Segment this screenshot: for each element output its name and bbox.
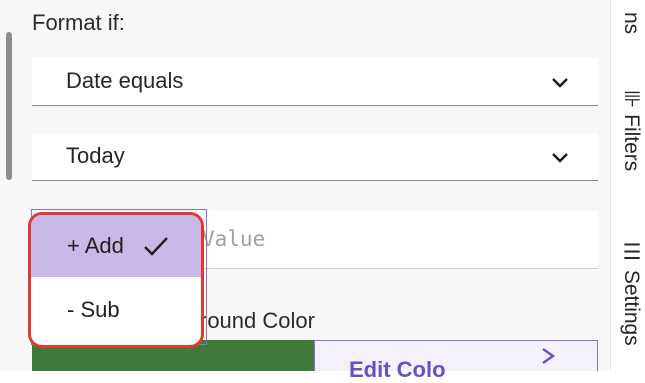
edit-color-button[interactable]: Edit Colo <box>314 340 598 382</box>
side-rail: ns ⊪ Filters ☰ Settings <box>610 0 645 371</box>
chevron-right-icon <box>542 348 556 364</box>
format-panel: Format if: Date equals Today Value round… <box>0 0 610 382</box>
edit-color-label: Edit Colo <box>349 357 446 382</box>
rail-tab-filters[interactable]: ⊪ Filters <box>615 90 643 171</box>
background-color-label: round Color <box>200 308 315 333</box>
menu-item-sub-label: - Sub <box>67 297 120 322</box>
date-select[interactable]: Today <box>32 133 598 181</box>
menu-item-add-label: + Add <box>67 233 124 258</box>
rail-tab-settings[interactable]: ☰ Settings <box>615 240 643 346</box>
menu-item-sub[interactable]: - Sub <box>31 279 201 341</box>
checkmark-icon <box>144 237 168 256</box>
operator-dropdown-menu: + Add - Sub <box>28 212 204 348</box>
format-if-label: Format if: <box>32 10 125 35</box>
chevron-down-icon <box>552 153 568 163</box>
chevron-down-icon <box>552 78 568 88</box>
date-select-value: Today <box>66 143 125 168</box>
condition-select-value: Date equals <box>66 68 184 93</box>
rail-tab-partial[interactable]: ns <box>615 12 643 34</box>
menu-item-add[interactable]: + Add <box>31 215 201 277</box>
scrollbar-thumb[interactable] <box>6 32 12 180</box>
value-input-placeholder: Value <box>202 227 266 251</box>
condition-select[interactable]: Date equals <box>32 58 598 106</box>
